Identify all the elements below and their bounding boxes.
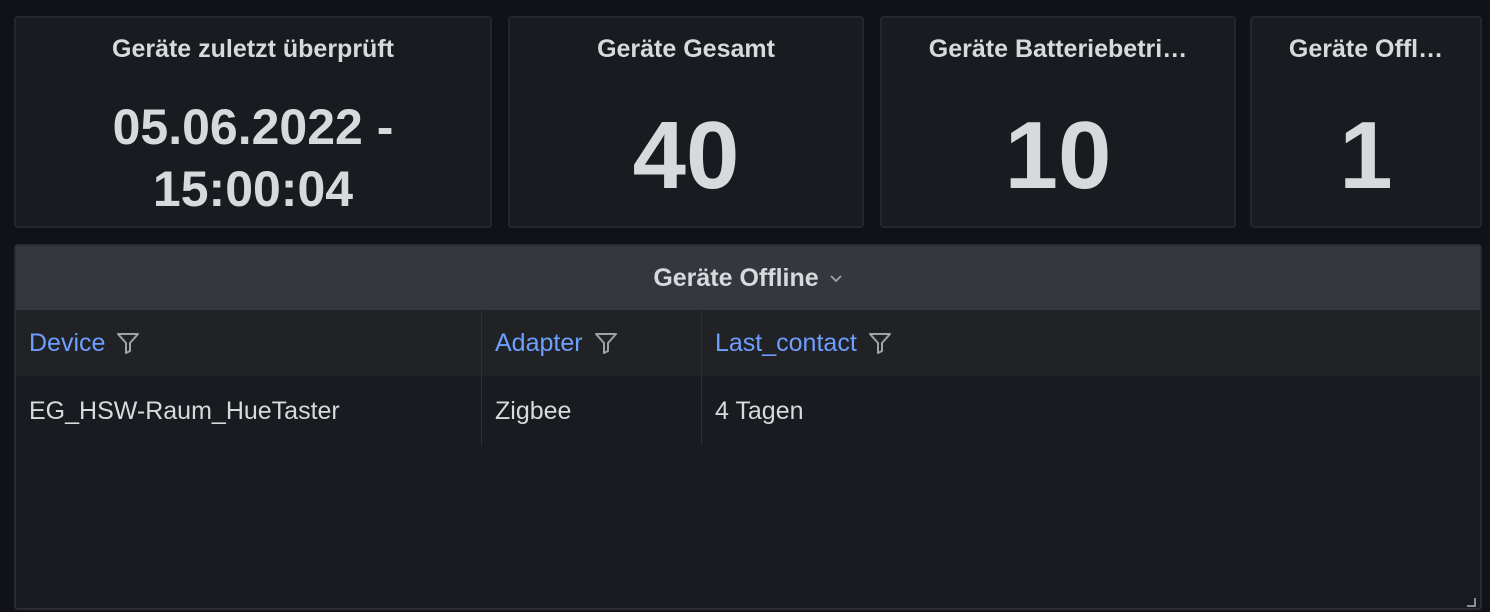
panel-title[interactable]: Geräte Offline [653, 264, 818, 293]
column-header-label[interactable]: Adapter [495, 329, 583, 358]
cell-adapter: Zigbee [482, 376, 702, 446]
column-header-last-contact[interactable]: Last_contact [702, 310, 1480, 376]
stat-value: 1 [1339, 102, 1393, 209]
column-header-label[interactable]: Last_contact [715, 329, 857, 358]
column-header-device[interactable]: Device [16, 310, 482, 376]
cell-last-contact: 4 Tagen [715, 396, 804, 425]
filter-icon[interactable] [867, 330, 893, 356]
filter-icon[interactable] [115, 330, 141, 356]
filter-icon[interactable] [593, 330, 619, 356]
table-header-row: Device Adapter Last_contact [16, 310, 1480, 376]
stat-panel-devices-offline[interactable]: Geräte Offl… 1 [1250, 16, 1482, 228]
panel-header[interactable]: Geräte Offline [16, 246, 1480, 310]
stat-panel-devices-battery[interactable]: Geräte Batteriebetri… 10 [880, 16, 1236, 228]
cell-device: EG_HSW-Raum_HueTaster [16, 376, 482, 446]
stat-panel-devices-total[interactable]: Geräte Gesamt 40 [508, 16, 864, 228]
resize-handle-icon[interactable] [1466, 594, 1476, 607]
stat-value: 10 [1004, 102, 1112, 209]
column-header-label[interactable]: Device [29, 329, 105, 358]
table-row: EG_HSW-Raum_HueTaster Zigbee 4 Tagen [16, 376, 1480, 446]
stat-panel-last-checked[interactable]: Geräte zuletzt überprüft 05.06.2022 - 15… [14, 16, 492, 228]
stat-value: 40 [632, 102, 740, 209]
table-panel-devices-offline: Geräte Offline Device Adapter Last_conta… [14, 244, 1482, 610]
chevron-down-icon[interactable] [829, 271, 843, 289]
column-header-adapter[interactable]: Adapter [482, 310, 702, 376]
stat-title: Geräte zuletzt überprüft [112, 35, 394, 63]
stat-value: 05.06.2022 - 15:00:04 [112, 99, 394, 217]
stat-title: Geräte Batteriebetri… [928, 35, 1188, 63]
stat-title: Geräte Gesamt [597, 35, 775, 63]
stat-title: Geräte Offl… [1288, 35, 1444, 63]
